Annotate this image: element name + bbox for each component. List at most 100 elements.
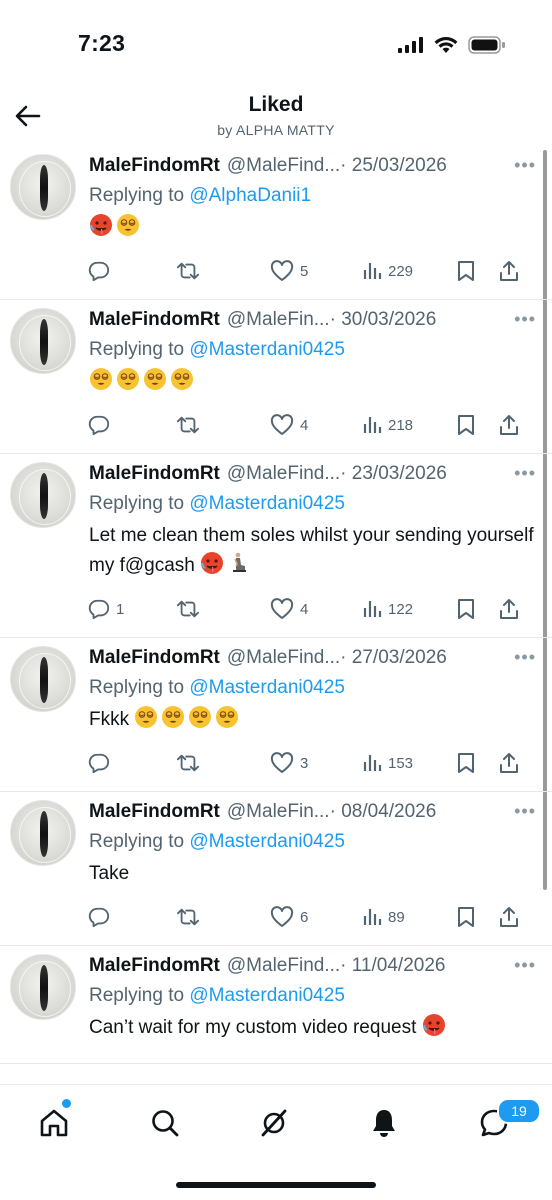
reply-button[interactable]: 1 [88, 598, 176, 620]
share-button[interactable] [498, 752, 528, 774]
tweet[interactable]: MaleFindomRt @MaleFin... · 08/04/2026 ••• R… [0, 792, 552, 946]
retweet-button[interactable] [176, 752, 270, 774]
hot-face-emoji [422, 1014, 449, 1038]
status-bar: 7:23 [0, 0, 552, 90]
tweet-author-name[interactable]: MaleFindomRt [89, 305, 220, 335]
retweet-button[interactable] [176, 598, 270, 620]
avatar[interactable] [10, 308, 76, 374]
tweet-date: · 27/03/2026 [340, 647, 447, 668]
reply-count: 1 [116, 600, 125, 618]
views-chart-icon [363, 755, 382, 771]
share-button[interactable] [498, 260, 528, 282]
bookmark-button[interactable] [456, 414, 498, 436]
home-indicator [176, 1182, 376, 1188]
tweet-author-handle[interactable]: @MaleFind... [227, 643, 340, 673]
bookmark-button[interactable] [456, 752, 498, 774]
reply-button[interactable] [88, 906, 176, 928]
views-chart-icon [363, 417, 382, 433]
grok-icon [261, 1109, 287, 1137]
reply-button[interactable] [88, 752, 176, 774]
replying-to-label: Replying to [89, 493, 190, 514]
retweet-button[interactable] [176, 906, 270, 928]
share-icon [500, 753, 518, 773]
dizzy-face-emoji [188, 706, 215, 730]
avatar[interactable] [10, 954, 76, 1020]
tweet[interactable]: MaleFindomRt @MaleFind... · 27/03/2026 •••… [0, 638, 552, 792]
share-button[interactable] [498, 906, 528, 928]
avatar[interactable] [10, 800, 76, 866]
tweet-author-name[interactable]: MaleFindomRt [89, 459, 220, 489]
tweet[interactable]: MaleFindomRt @MaleFind... · 11/04/2026 •••… [0, 946, 552, 1064]
more-options-icon[interactable]: ••• [514, 458, 536, 488]
retweet-button[interactable] [176, 260, 270, 282]
replying-to: Replying to @Masterdani0425 [89, 827, 536, 857]
dizzy-face-emoji [170, 368, 197, 392]
tweet-author-name[interactable]: MaleFindomRt [89, 951, 220, 981]
view-count: 89 [388, 908, 405, 926]
share-icon [500, 599, 518, 619]
tweet-author-handle[interactable]: @MaleFind... [227, 151, 340, 181]
like-button[interactable]: 6 [270, 906, 362, 928]
tweet-author-name[interactable]: MaleFindomRt [89, 797, 220, 827]
more-options-icon[interactable]: ••• [514, 304, 536, 334]
more-options-icon[interactable]: ••• [514, 150, 536, 180]
retweet-button[interactable] [176, 414, 270, 436]
tweet-date: · 23/03/2026 [340, 463, 447, 484]
replying-to-mention[interactable]: @Masterdani0425 [189, 339, 345, 360]
share-icon [500, 907, 518, 927]
replying-to-mention[interactable]: @Masterdani0425 [189, 493, 345, 514]
views-button[interactable]: 122 [362, 599, 456, 619]
avatar[interactable] [10, 462, 76, 528]
tweet-author-name[interactable]: MaleFindomRt [89, 643, 220, 673]
heart-icon [270, 752, 294, 773]
avatar[interactable] [10, 154, 76, 220]
tweet-author-handle[interactable]: @MaleFin... [227, 797, 330, 827]
avatar[interactable] [10, 646, 76, 712]
tweet-author-handle[interactable]: @MaleFind... [227, 459, 340, 489]
replying-to-label: Replying to [89, 185, 190, 206]
reply-button[interactable] [88, 260, 176, 282]
views-chart-icon [363, 263, 382, 279]
views-button[interactable]: 229 [362, 261, 456, 281]
home-icon [40, 1109, 68, 1137]
tab-home[interactable] [34, 1103, 74, 1143]
more-options-icon[interactable]: ••• [514, 642, 536, 672]
like-button[interactable]: 4 [270, 598, 362, 620]
page-subtitle: by ALPHA MATTY [217, 122, 335, 138]
tweet[interactable]: MaleFindomRt @MaleFind... · 25/03/2026 •••… [0, 146, 552, 300]
share-button[interactable] [498, 598, 528, 620]
replying-to-mention[interactable]: @Masterdani0425 [189, 985, 345, 1006]
tweet-author-name[interactable]: MaleFindomRt [89, 151, 220, 181]
like-button[interactable]: 5 [270, 260, 362, 282]
reply-button[interactable] [88, 414, 176, 436]
tab-notifications[interactable] [364, 1103, 404, 1143]
tweet-text-content: Let me clean them soles whilst your send… [89, 525, 534, 576]
views-button[interactable]: 218 [362, 415, 456, 435]
tweet-author-handle[interactable]: @MaleFin... [227, 305, 330, 335]
reply-icon [88, 261, 110, 282]
share-button[interactable] [498, 414, 528, 436]
replying-to-mention[interactable]: @Masterdani0425 [189, 831, 345, 852]
tweet-author-handle[interactable]: @MaleFind... [227, 951, 340, 981]
tweet[interactable]: MaleFindomRt @MaleFind... · 23/03/2026 •••… [0, 454, 552, 638]
like-button[interactable]: 4 [270, 414, 362, 436]
reply-icon [88, 599, 110, 620]
bookmark-button[interactable] [456, 906, 498, 928]
bookmark-button[interactable] [456, 260, 498, 282]
tweet-text: Can’t wait for my custom video request [89, 1013, 536, 1043]
views-button[interactable]: 89 [362, 907, 456, 927]
tab-search[interactable] [145, 1103, 185, 1143]
replying-to-mention[interactable]: @Masterdani0425 [189, 677, 345, 698]
views-button[interactable]: 153 [362, 753, 456, 773]
like-button[interactable]: 3 [270, 752, 362, 774]
bookmark-button[interactable] [456, 598, 498, 620]
tweet[interactable]: MaleFindomRt @MaleFin... · 30/03/2026 ••• R… [0, 300, 552, 454]
tweet-text: Take [89, 859, 536, 889]
replying-to-mention[interactable]: @AlphaDanii1 [189, 185, 311, 206]
kneeling-person-emoji [227, 552, 254, 576]
wifi-icon [434, 36, 458, 59]
dizzy-face-emoji [89, 368, 116, 392]
more-options-icon[interactable]: ••• [514, 796, 536, 826]
more-options-icon[interactable]: ••• [514, 950, 536, 980]
tab-grok[interactable] [254, 1103, 294, 1143]
